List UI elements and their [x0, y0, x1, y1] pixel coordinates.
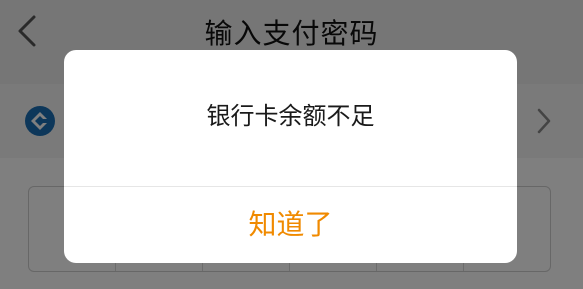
confirm-button[interactable]: 知道了 [64, 187, 517, 263]
alert-dialog: 银行卡余额不足 知道了 [64, 50, 517, 263]
payment-password-screen: 输入支付密码 银行卡余额不足 知道了 [0, 0, 583, 289]
dialog-message: 银行卡余额不足 [206, 102, 375, 130]
